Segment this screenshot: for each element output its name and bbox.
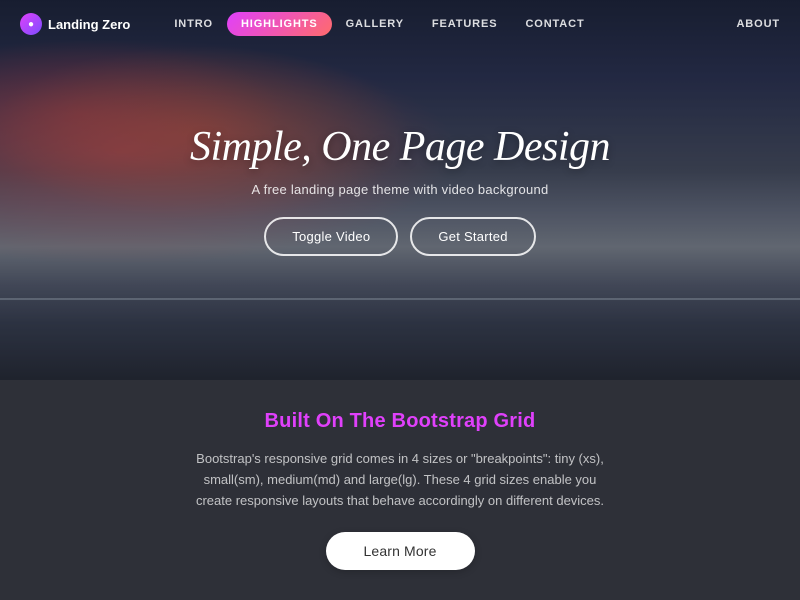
logo-text: Landing Zero: [48, 17, 130, 32]
nav-link-intro[interactable]: INTRO: [160, 12, 227, 36]
logo-icon: ●: [20, 13, 42, 35]
navbar: ● Landing Zero INTRO HIGHLIGHTS GALLERY …: [0, 0, 800, 48]
section-body: Bootstrap's responsive grid comes in 4 s…: [190, 449, 610, 511]
hero-section: Simple, One Page Design A free landing p…: [0, 0, 800, 380]
nav-links: INTRO HIGHLIGHTS GALLERY FEATURES CONTAC…: [160, 12, 736, 36]
nav-link-features[interactable]: FEATURES: [418, 12, 512, 36]
nav-link-about[interactable]: ABOUT: [736, 18, 780, 30]
hero-subtitle: A free landing page theme with video bac…: [252, 182, 549, 197]
learn-more-button[interactable]: Learn More: [326, 532, 475, 570]
nav-link-highlights[interactable]: HIGHLIGHTS: [227, 12, 332, 36]
hero-content: Simple, One Page Design A free landing p…: [190, 124, 610, 256]
nav-link-contact[interactable]: CONTACT: [511, 12, 598, 36]
toggle-video-button[interactable]: Toggle Video: [264, 217, 398, 256]
road-line: [0, 298, 800, 300]
hero-title: Simple, One Page Design: [190, 124, 610, 170]
get-started-button[interactable]: Get Started: [410, 217, 535, 256]
bootstrap-section: Built On The Bootstrap Grid Bootstrap's …: [0, 380, 800, 600]
hero-buttons: Toggle Video Get Started: [264, 217, 535, 256]
nav-logo[interactable]: ● Landing Zero: [20, 13, 130, 35]
section-title: Built On The Bootstrap Grid: [265, 410, 536, 433]
nav-link-gallery[interactable]: GALLERY: [332, 12, 418, 36]
